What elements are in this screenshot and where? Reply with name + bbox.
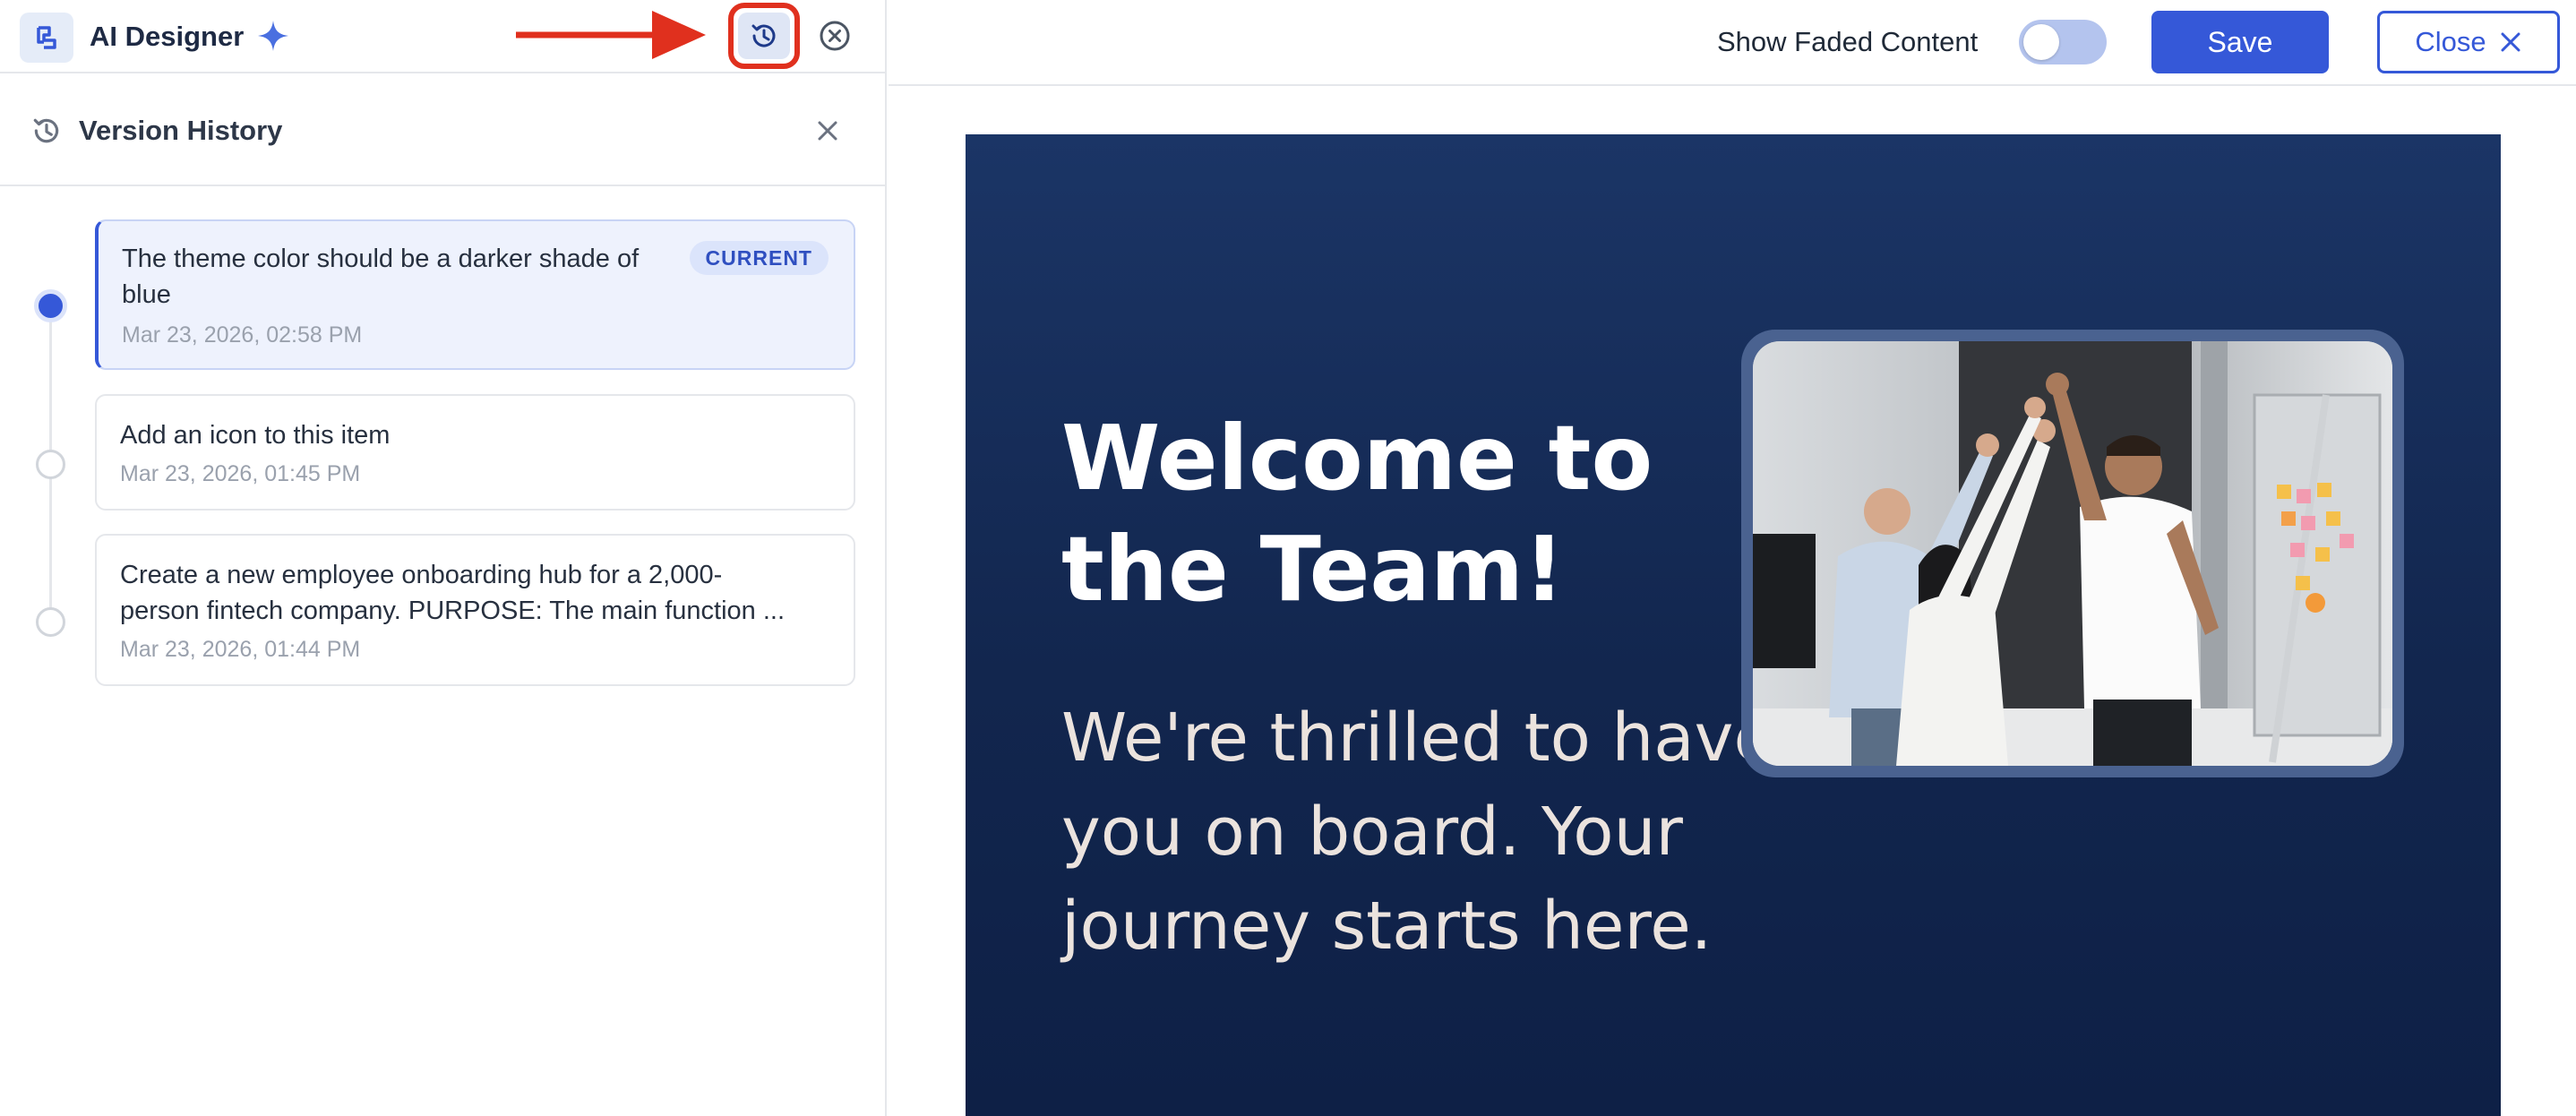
version-item[interactable]: Add an icon to this item Mar 23, 2026, 0… xyxy=(95,394,855,511)
version-text: person fintech company. PURPOSE: The mai… xyxy=(120,597,786,625)
panel-topbar: AI Designer xyxy=(0,0,887,73)
version-history-header: Version History xyxy=(0,75,887,186)
app-title: AI Designer xyxy=(90,21,245,52)
show-faded-content-toggle[interactable] xyxy=(2019,20,2107,64)
current-badge: CURRENT xyxy=(689,241,829,275)
close-panel-button[interactable] xyxy=(817,18,853,54)
close-icon xyxy=(818,121,837,141)
close-circle-icon xyxy=(820,21,850,51)
toggle-knob xyxy=(2023,24,2059,60)
timeline-dot xyxy=(36,607,65,637)
version-history-title: Version History xyxy=(79,115,283,146)
history-icon xyxy=(33,118,59,143)
timeline-dot xyxy=(36,450,65,479)
annotation-arrow-icon xyxy=(516,11,706,59)
version-item[interactable]: Create a new employee onboarding hub for… xyxy=(95,534,855,686)
ai-designer-panel: AI Designer Version History The theme co… xyxy=(0,0,887,1116)
version-text: Add an icon to this item xyxy=(120,421,391,450)
version-history-button[interactable] xyxy=(728,3,800,69)
close-icon xyxy=(2501,32,2520,52)
app-logo-icon xyxy=(20,13,73,63)
version-date: Mar 23, 2026, 01:45 PM xyxy=(120,461,361,486)
version-text: Create a new employee onboarding hub for… xyxy=(120,561,723,589)
save-button[interactable]: Save xyxy=(2151,11,2329,73)
version-text: The theme color should be a darker shade… xyxy=(122,245,640,273)
version-text: blue xyxy=(122,280,171,309)
welcome-subtext[interactable]: We're thrilled to have you on board. You… xyxy=(1061,691,1778,974)
version-item-current[interactable]: The theme color should be a darker shade… xyxy=(95,219,855,370)
history-icon xyxy=(738,13,790,59)
timeline-dot-current xyxy=(34,289,67,322)
version-date: Mar 23, 2026, 01:44 PM xyxy=(120,637,361,662)
close-button[interactable]: Close xyxy=(2377,11,2560,73)
team-photo-frame[interactable] xyxy=(1741,330,2404,777)
editor-toolbar: Show Faded Content Save Close xyxy=(889,0,2576,86)
sparkle-icon xyxy=(258,21,288,51)
team-high-five-photo xyxy=(1753,341,2392,766)
version-date: Mar 23, 2026, 02:58 PM xyxy=(122,322,363,348)
design-canvas[interactable]: Welcome to the Team! We're thrilled to h… xyxy=(966,134,2501,1116)
close-button-label: Close xyxy=(2415,26,2486,57)
welcome-headline[interactable]: Welcome to the Team! xyxy=(1061,403,1742,625)
show-faded-content-label: Show Faded Content xyxy=(1717,26,1979,57)
close-version-history-button[interactable] xyxy=(810,113,846,149)
